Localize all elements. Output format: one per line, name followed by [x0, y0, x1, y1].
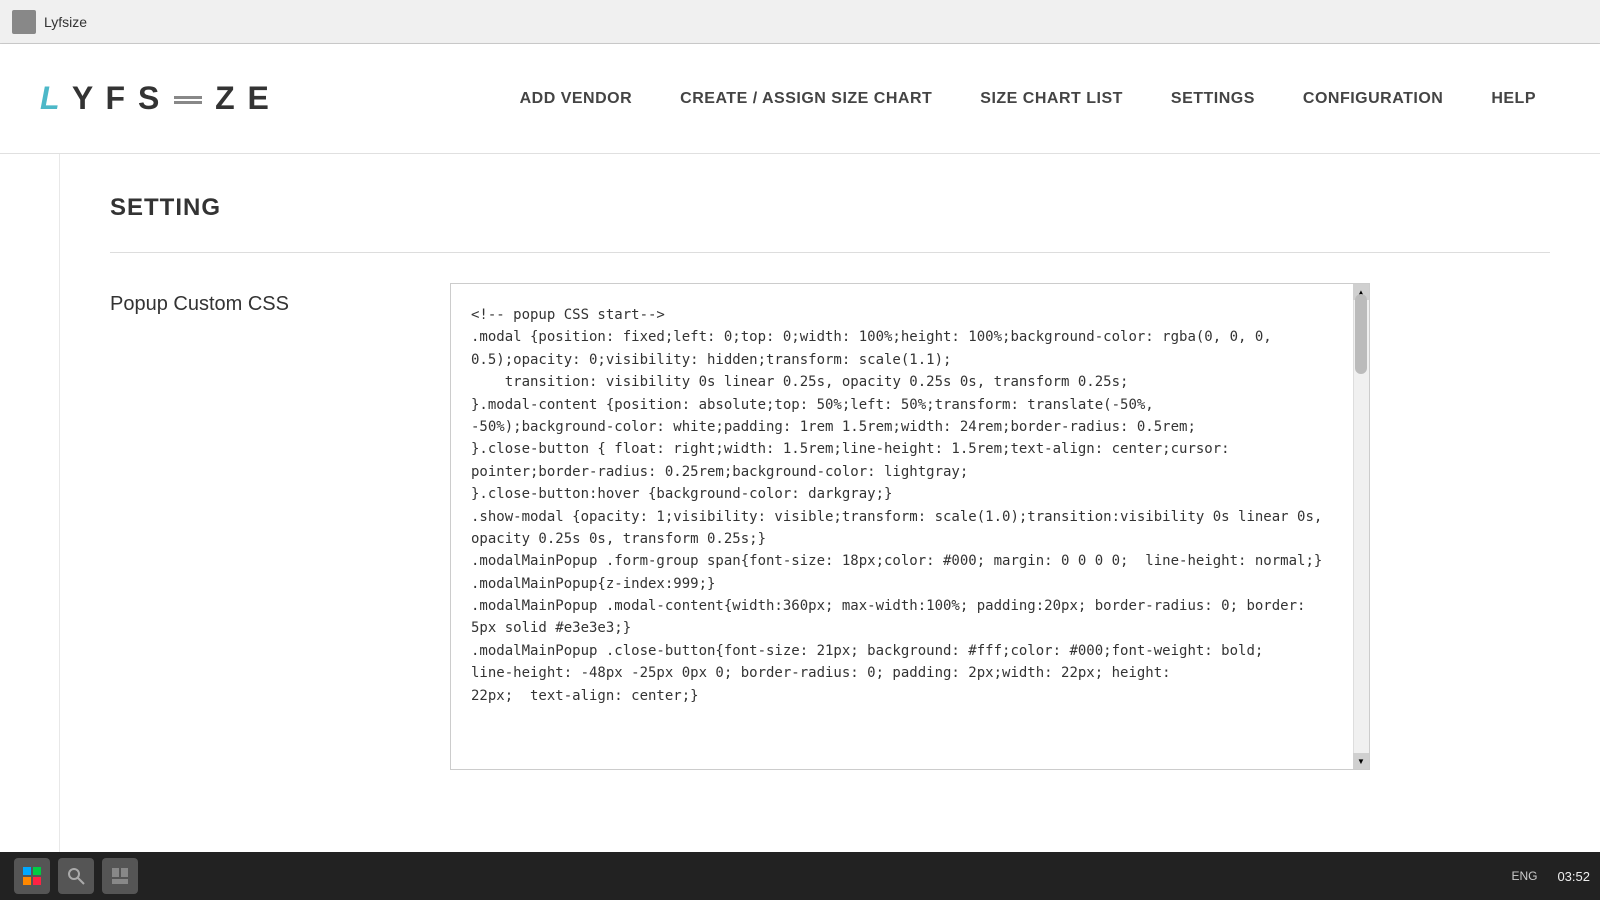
- css-textarea[interactable]: <!-- popup CSS start--> .modal {position…: [451, 284, 1369, 764]
- app-icon: [12, 10, 36, 34]
- nav-create-assign[interactable]: CREATE / ASSIGN SIZE CHART: [656, 90, 956, 108]
- logo-lines-icon: [174, 92, 202, 110]
- section-title: SETTING: [110, 194, 1550, 222]
- scrollbar-arrow-down[interactable]: ▼: [1353, 753, 1369, 769]
- navbar: L Y F S Z E ADD VENDOR CREATE / ASSIGN S…: [0, 44, 1600, 154]
- divider: [110, 252, 1550, 253]
- logo: L Y F S Z E: [40, 80, 271, 117]
- taskbar-files-icon[interactable]: [102, 858, 138, 894]
- logo-letter-f: F: [106, 80, 128, 116]
- taskbar-lang: ENG: [1511, 869, 1537, 883]
- logo-letter-z: Z: [215, 80, 237, 116]
- logo-letter-y: Y: [72, 80, 95, 116]
- css-textarea-container: <!-- popup CSS start--> .modal {position…: [450, 283, 1370, 770]
- nav-help[interactable]: HELP: [1467, 90, 1560, 108]
- nav-settings[interactable]: SETTINGS: [1147, 90, 1279, 108]
- scrollbar-thumb[interactable]: [1355, 294, 1367, 374]
- scrollbar-track[interactable]: ▲ ▼: [1353, 284, 1369, 769]
- logo-letter-e: E: [248, 80, 271, 116]
- title-bar: Lyfsize: [0, 0, 1600, 44]
- app-title: Lyfsize: [44, 14, 87, 30]
- taskbar-start-icon[interactable]: [14, 858, 50, 894]
- taskbar-clock: 03:52: [1557, 869, 1590, 884]
- taskbar-right: ENG 03:52: [1511, 869, 1590, 884]
- logo-letter-l: L: [40, 80, 62, 116]
- nav-configuration[interactable]: CONFIGURATION: [1279, 90, 1467, 108]
- form-row: Popup Custom CSS <!-- popup CSS start-->…: [110, 283, 1550, 770]
- nav-menu: ADD VENDOR CREATE / ASSIGN SIZE CHART SI…: [496, 90, 1560, 108]
- taskbar: ENG 03:52: [0, 852, 1600, 900]
- content-area: SETTING Popup Custom CSS <!-- popup CSS …: [60, 154, 1600, 900]
- left-sidebar: [0, 154, 60, 900]
- main-content: SETTING Popup Custom CSS <!-- popup CSS …: [0, 154, 1600, 900]
- nav-add-vendor[interactable]: ADD VENDOR: [496, 90, 657, 108]
- taskbar-search-icon[interactable]: [58, 858, 94, 894]
- logo-letter-s: S: [138, 80, 161, 116]
- css-label: Popup Custom CSS: [110, 283, 410, 316]
- nav-size-chart-list[interactable]: SIZE CHART LIST: [956, 90, 1147, 108]
